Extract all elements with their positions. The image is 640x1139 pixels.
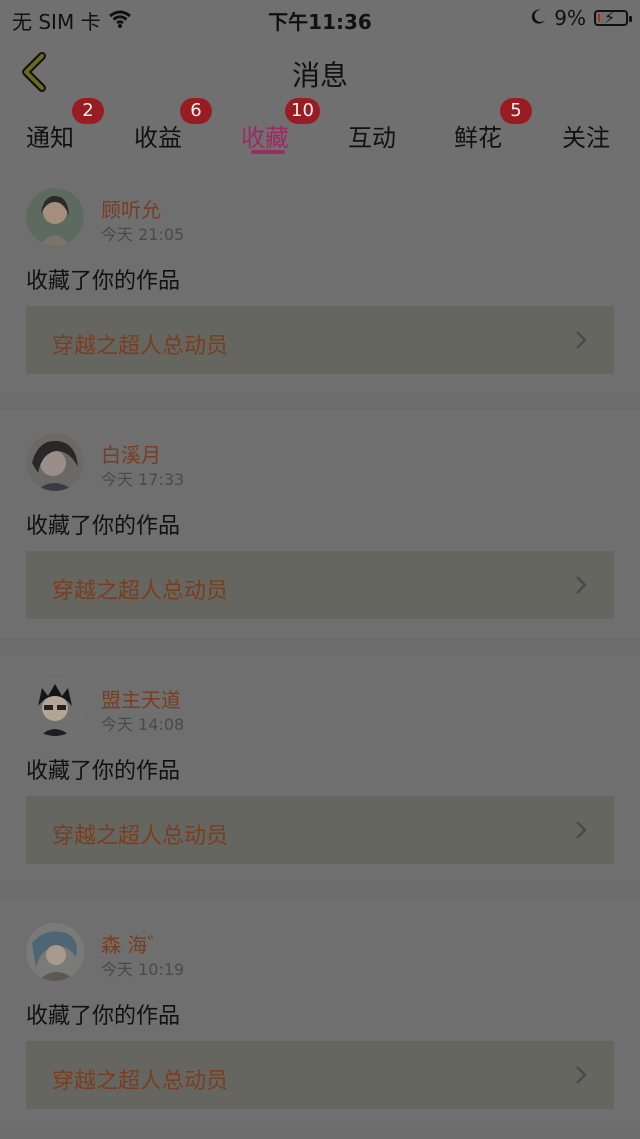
tab-label: 收藏 xyxy=(241,124,289,152)
tab-label: 关注 xyxy=(562,124,610,152)
tab-label: 互动 xyxy=(348,124,396,152)
work-link[interactable]: 穿越之超人总动员 xyxy=(26,306,614,374)
user-photo-icon xyxy=(26,923,84,981)
user-photo-icon xyxy=(26,188,84,246)
chevron-right-icon xyxy=(576,576,587,594)
list-item: 盟主天道 今天 14:08 收藏了你的作品 穿越之超人总动员 xyxy=(0,656,640,882)
work-title: 穿越之超人总动员 xyxy=(52,824,229,849)
user-photo-icon xyxy=(26,678,84,736)
list-item: 森 海゛ 今天 10:19 收藏了你的作品 穿越之超人总动员 xyxy=(0,901,640,1127)
work-title: 穿越之超人总动员 xyxy=(52,334,229,359)
status-right: 9% ⚡ xyxy=(530,6,632,30)
charging-icon: ⚡ xyxy=(604,8,616,27)
avatar[interactable] xyxy=(26,188,84,246)
action-text: 收藏了你的作品 xyxy=(26,514,181,539)
action-text: 收藏了你的作品 xyxy=(26,1004,181,1029)
tab-label: 鲜花 xyxy=(454,124,502,152)
work-title: 穿越之超人总动员 xyxy=(52,579,229,604)
chevron-right-icon xyxy=(576,331,587,349)
tab-label: 收益 xyxy=(134,124,182,152)
tab-flowers[interactable]: 鲜花 5 xyxy=(454,98,532,153)
action-text: 收藏了你的作品 xyxy=(26,269,181,294)
work-link[interactable]: 穿越之超人总动员 xyxy=(26,1041,614,1109)
action-text: 收藏了你的作品 xyxy=(26,759,181,784)
tab-following[interactable]: 关注 xyxy=(562,118,610,153)
avatar[interactable] xyxy=(26,923,84,981)
chevron-right-icon xyxy=(576,821,587,839)
tab-label: 通知 xyxy=(26,124,74,152)
tab-earnings[interactable]: 收益 6 xyxy=(134,98,212,153)
list-item: 白溪月 今天 17:33 收藏了你的作品 穿越之超人总动员 xyxy=(0,411,640,637)
user-photo-icon xyxy=(26,433,84,491)
unread-badge: 6 xyxy=(180,98,212,124)
tab-favorites[interactable]: 收藏 10 xyxy=(241,98,320,153)
page-title: 消息 xyxy=(291,59,348,92)
list-item: 顾听允 今天 21:05 收藏了你的作品 穿越之超人总动员 xyxy=(0,166,640,392)
tabs-bar: 通知 2 收益 6 收藏 10 互动 鲜花 5 关注 xyxy=(0,98,640,166)
chevron-right-icon xyxy=(576,1066,587,1084)
status-bar: 无 SIM 卡 下午11:36 9% ⚡ xyxy=(0,0,640,36)
avatar[interactable] xyxy=(26,678,84,736)
username[interactable]: 白溪月 xyxy=(101,439,161,468)
battery-level xyxy=(598,14,600,22)
unread-badge: 10 xyxy=(285,98,320,124)
tab-interactions[interactable]: 互动 xyxy=(348,118,396,153)
work-link[interactable]: 穿越之超人总动员 xyxy=(26,796,614,864)
timestamp: 今天 17:33 xyxy=(101,470,185,489)
unread-badge: 5 xyxy=(500,98,532,124)
username[interactable]: 森 海゛ xyxy=(101,929,167,958)
active-tab-indicator xyxy=(251,150,285,154)
moon-icon xyxy=(530,6,546,30)
battery-percent: 9% xyxy=(554,6,586,30)
battery-icon: ⚡ xyxy=(594,8,632,27)
work-title: 穿越之超人总动员 xyxy=(52,1069,229,1094)
timestamp: 今天 10:19 xyxy=(101,960,185,979)
username[interactable]: 盟主天道 xyxy=(101,684,181,713)
timestamp: 今天 14:08 xyxy=(101,715,185,734)
unread-badge: 2 xyxy=(72,98,104,124)
timestamp: 今天 21:05 xyxy=(101,225,185,244)
tab-notifications[interactable]: 通知 2 xyxy=(26,98,104,153)
avatar[interactable] xyxy=(26,433,84,491)
username[interactable]: 顾听允 xyxy=(101,194,161,223)
work-link[interactable]: 穿越之超人总动员 xyxy=(26,551,614,619)
